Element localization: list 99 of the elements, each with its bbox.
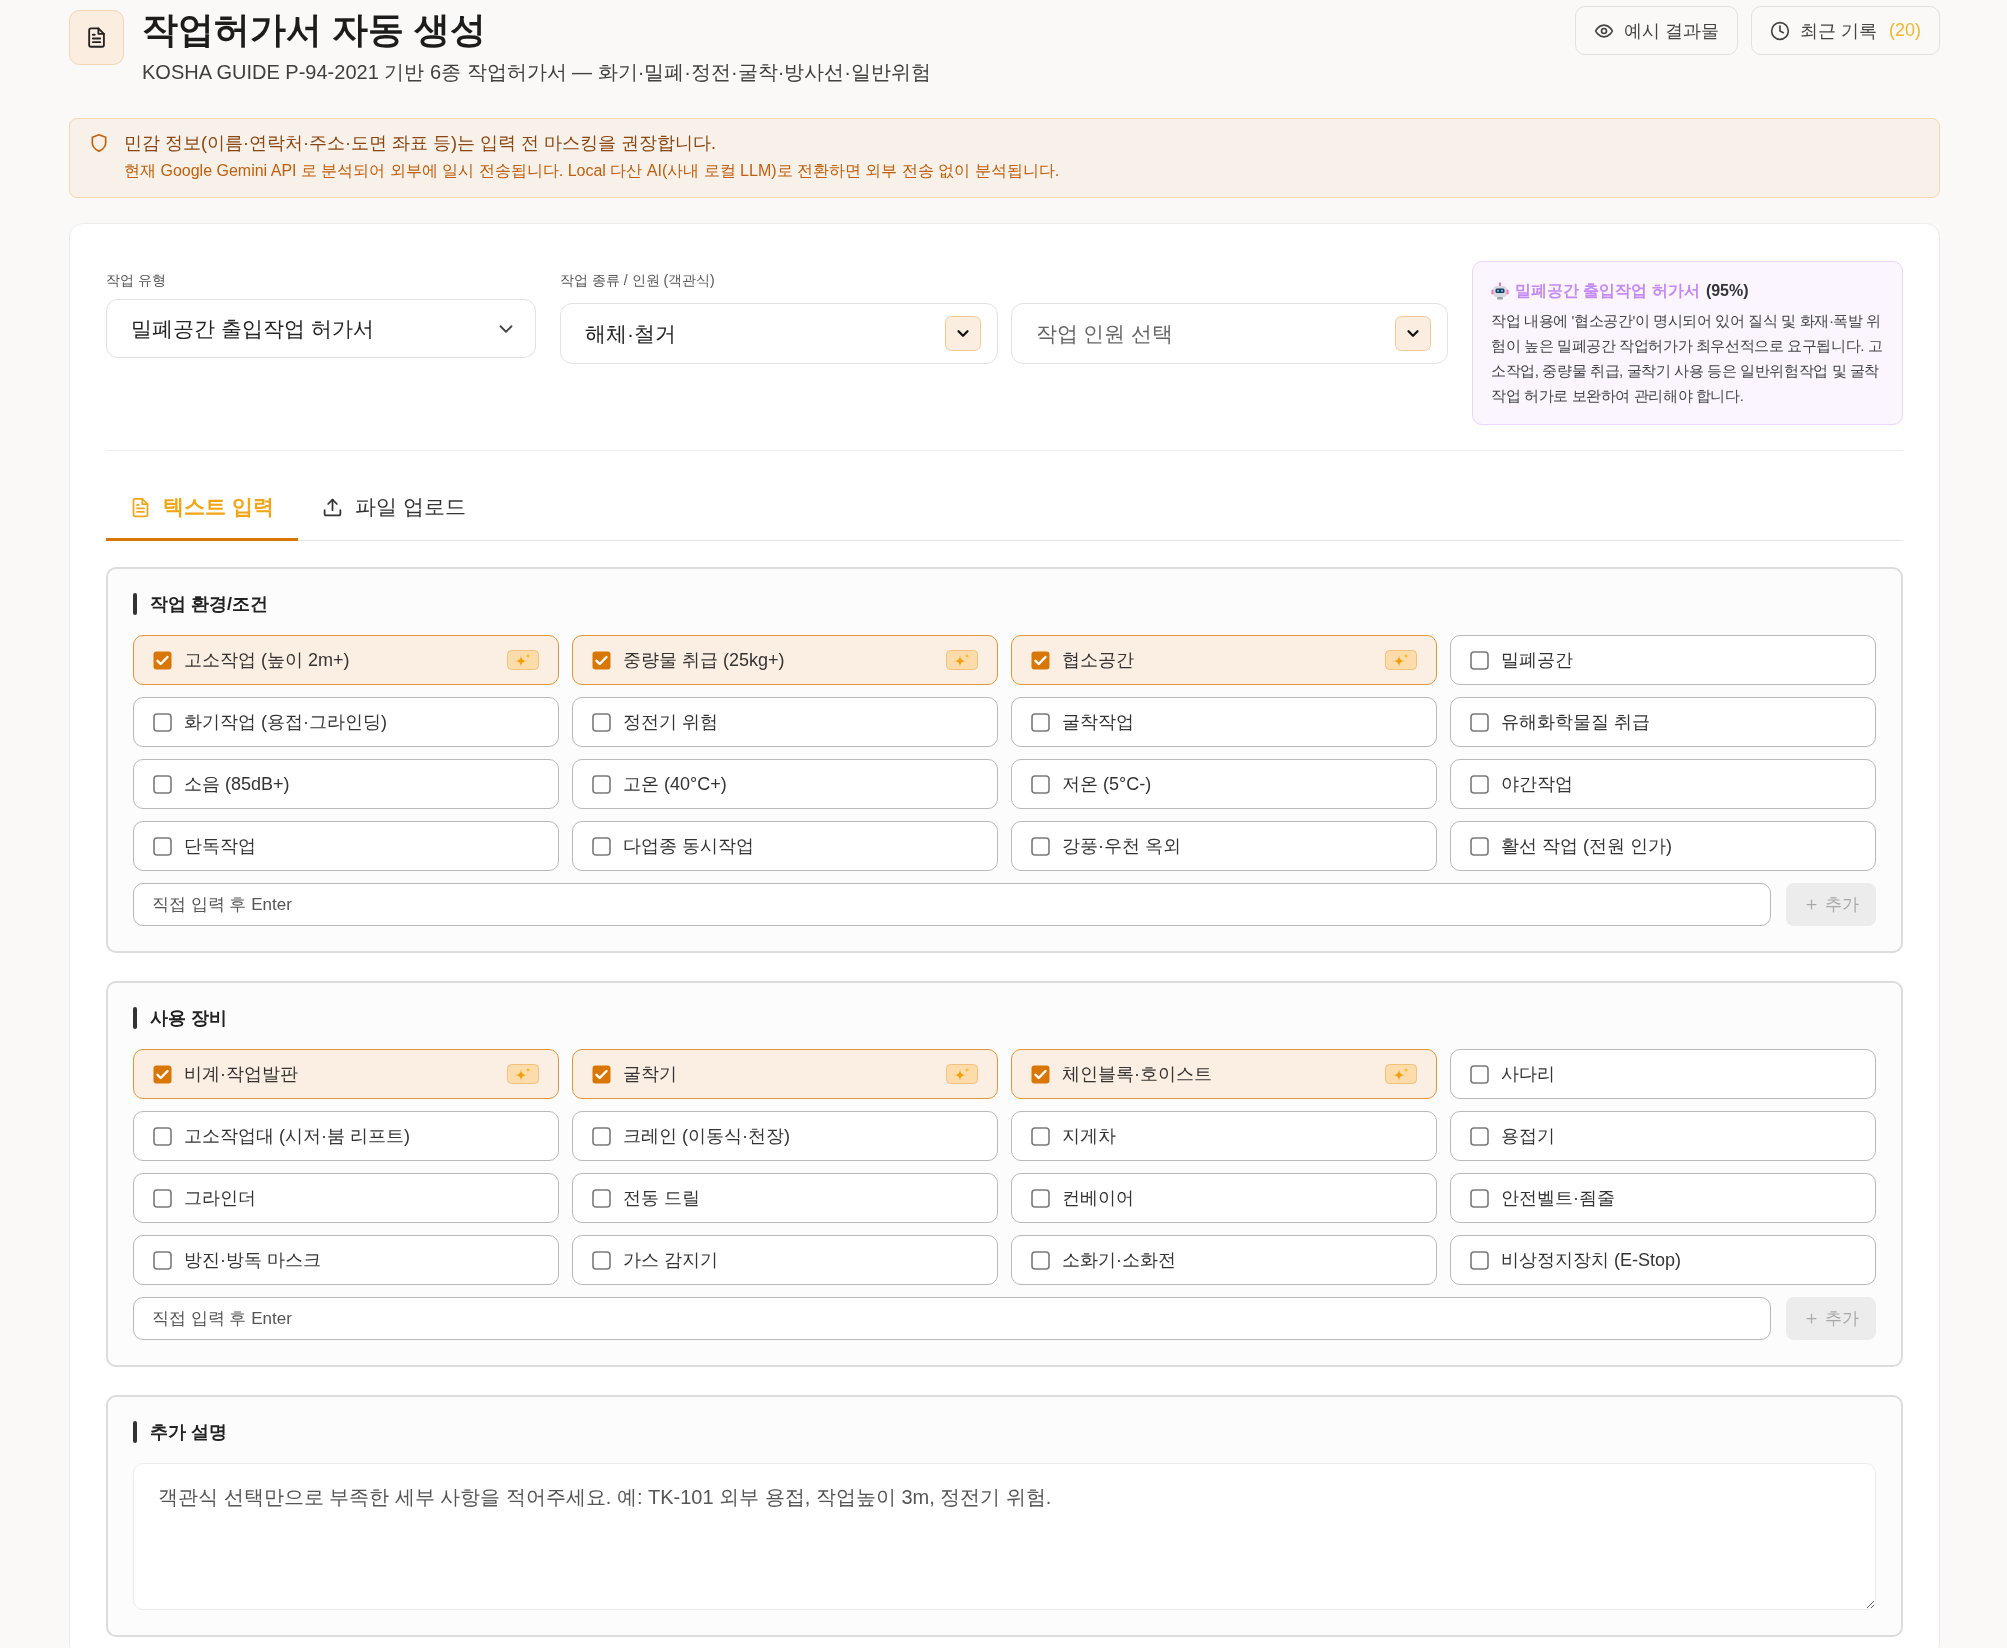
document-icon: [130, 496, 151, 518]
checkbox-option[interactable]: 활선 작업 (전원 인가): [1450, 821, 1876, 871]
checkbox[interactable]: [153, 1126, 172, 1146]
checkbox-option[interactable]: 화기작업 (용접·그라인딩): [133, 697, 559, 747]
checkbox-option[interactable]: 고온 (40°C+): [572, 759, 998, 809]
checkbox-option[interactable]: 방진·방독 마스크: [133, 1235, 559, 1285]
recommendation-text: 작업 내용에 '협소공간'이 명시되어 있어 질식 및 화재·폭발 위험이 높은 밀폐공간 작업허가가 최우선적으로 요구됩니다. 고소작업, 중량물 취급, 굴착기 사용 등은 일반위험작업 및 굴착작업 허가로 보완하여 관리해야 합니다.: [1491, 311, 1884, 406]
chevron-icon: [944, 316, 981, 351]
count-label: (20): [1889, 20, 1921, 41]
robot-icon: [1491, 282, 1509, 300]
checkbox-option[interactable]: 고소작업대 (시저·붐 리프트): [133, 1111, 559, 1161]
plus-icon: [1803, 897, 1819, 912]
notice-detail: 현재 Google Gemini API 로 분석되어 외부에 일시 전송됩니다. Local 다산 AI(사내 로컬 LLM)로 전환하면 외부 전송 없이 분석됩니다.: [124, 161, 1060, 181]
upload-icon: [321, 496, 343, 518]
checkbox[interactable]: [592, 1188, 611, 1208]
checkbox[interactable]: [592, 1250, 611, 1270]
checkbox[interactable]: [153, 1188, 172, 1208]
checkbox[interactable]: [592, 650, 611, 670]
checkbox[interactable]: [592, 712, 611, 732]
field-label: 작업 종류 / 인원 (객관식): [560, 271, 716, 290]
input-field[interactable]: 직접 입력 후 Enter: [133, 883, 1771, 926]
checkbox-option[interactable]: 안전벨트·죔줄: [1450, 1173, 1876, 1223]
accent-bar: [133, 593, 137, 615]
document-icon: [69, 10, 124, 65]
checkbox-option[interactable]: 고소작업 (높이 2m+): [133, 635, 559, 685]
checkbox[interactable]: [1031, 1188, 1050, 1208]
checkbox-option[interactable]: 단독작업: [133, 821, 559, 871]
checkbox[interactable]: [153, 774, 172, 794]
checkbox[interactable]: [1031, 1064, 1050, 1084]
checkbox-option[interactable]: 소화기·소화전: [1011, 1235, 1437, 1285]
checkbox-option[interactable]: 야간작업: [1450, 759, 1876, 809]
checkbox[interactable]: [592, 836, 611, 856]
checkbox[interactable]: [1031, 712, 1050, 732]
checkbox[interactable]: [1470, 1126, 1489, 1146]
section-title: 작업 환경/조건: [150, 593, 268, 616]
checkbox[interactable]: [1470, 836, 1489, 856]
checkbox[interactable]: [1470, 1188, 1489, 1208]
page-subtitle: KOSHA GUIDE P-94-2021 기반 6종 작업허가서 — 화기·밀폐·정전·굴착·방사선·일반위험: [142, 60, 932, 85]
checkbox[interactable]: [1031, 1126, 1050, 1146]
dropdown[interactable]: 밀폐공간 출입작업 허가서: [106, 299, 536, 358]
notice-message: 민감 정보(이름·연락처·주소·도면 좌표 등)는 입력 전 마스킹을 권장합니다.: [124, 132, 717, 155]
checkbox[interactable]: [153, 836, 172, 856]
page-title: 작업허가서 자동 생성: [142, 8, 487, 52]
checkbox-option[interactable]: 중량물 취급 (25kg+): [572, 635, 998, 685]
checkbox-option[interactable]: 사다리: [1450, 1049, 1876, 1099]
checkbox[interactable]: [1470, 1250, 1489, 1270]
checkbox-option[interactable]: 굴착기: [572, 1049, 998, 1099]
checkbox[interactable]: [153, 1250, 172, 1270]
confidence-label: (95%): [1705, 281, 1749, 301]
tab[interactable]: 파일 업로드: [297, 473, 490, 541]
section-title: 추가 설명: [150, 1421, 227, 1444]
recommendation-title: 밀폐공간 출입작업 허가서: [1515, 281, 1700, 301]
checkbox-option[interactable]: 협소공간: [1011, 635, 1437, 685]
checkbox[interactable]: [1031, 836, 1050, 856]
checkbox[interactable]: [592, 774, 611, 794]
accent-bar: [133, 1007, 137, 1029]
plus-icon: [1803, 1311, 1819, 1326]
checkbox[interactable]: [1470, 650, 1489, 670]
input-field[interactable]: 직접 입력 후 Enter: [133, 1297, 1771, 1340]
example-button[interactable]: 예시 결과물: [1574, 6, 1738, 55]
clock-icon: [1769, 20, 1790, 41]
checkbox-option[interactable]: 용접기: [1450, 1111, 1876, 1161]
shield-icon: [89, 133, 109, 153]
checkbox[interactable]: [1031, 1250, 1050, 1270]
checkbox-option[interactable]: 정전기 위험: [572, 697, 998, 747]
checkbox-option[interactable]: 강풍·우천 옥외: [1011, 821, 1437, 871]
checkbox-option[interactable]: 지게차: [1011, 1111, 1437, 1161]
checkbox-option[interactable]: 굴착작업: [1011, 697, 1437, 747]
checkbox[interactable]: [153, 1064, 172, 1084]
dropdown[interactable]: 작업 인원 선택: [1010, 303, 1448, 364]
checkbox-option[interactable]: 저온 (5°C-): [1011, 759, 1437, 809]
checkbox[interactable]: [1031, 774, 1050, 794]
checkbox[interactable]: [592, 1064, 611, 1084]
checkbox-option[interactable]: 다업종 동시작업: [572, 821, 998, 871]
checkbox-option[interactable]: 크레인 (이동식·천장): [572, 1111, 998, 1161]
section-title: 사용 장비: [150, 1007, 227, 1030]
checkbox[interactable]: [1470, 1064, 1489, 1084]
checkbox[interactable]: [153, 712, 172, 732]
field-label: 작업 유형: [106, 271, 167, 290]
dropdown[interactable]: 해체·철거: [560, 303, 998, 364]
checkbox-option[interactable]: 체인블록·호이스트: [1011, 1049, 1437, 1099]
checkbox-option[interactable]: 밀폐공간: [1450, 635, 1876, 685]
checkbox-option[interactable]: 그라인더: [133, 1173, 559, 1223]
checkbox-option[interactable]: 비계·작업발판: [133, 1049, 559, 1099]
checkbox-option[interactable]: 가스 감지기: [572, 1235, 998, 1285]
checkbox[interactable]: [1470, 712, 1489, 732]
checkbox-option[interactable]: 비상정지장치 (E-Stop): [1450, 1235, 1876, 1285]
checkbox[interactable]: [1031, 650, 1050, 670]
checkbox[interactable]: [1470, 774, 1489, 794]
history-button[interactable]: 최근 기록 (20): [1750, 6, 1940, 55]
accent-bar: [133, 1421, 137, 1443]
checkbox-option[interactable]: 컨베이어: [1011, 1173, 1437, 1223]
checkbox[interactable]: [592, 1126, 611, 1146]
checkbox[interactable]: [153, 650, 172, 670]
checkbox-option[interactable]: 전동 드릴: [572, 1173, 998, 1223]
description-field[interactable]: 객관식 선택만으로 부족한 세부 사항을 적어주세요. 예: TK-101 외부 용접, 작업높이 3m, 정전기 위험.: [133, 1463, 1876, 1610]
chevron-icon: [1395, 316, 1431, 351]
checkbox-option[interactable]: 소음 (85dB+): [133, 759, 559, 809]
checkbox-option[interactable]: 유해화학물질 취급: [1450, 697, 1876, 747]
